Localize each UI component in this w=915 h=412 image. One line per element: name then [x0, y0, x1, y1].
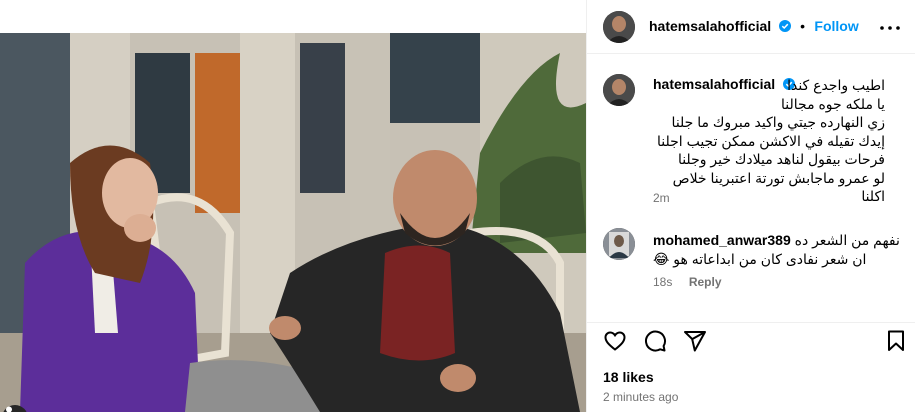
comment-body: mohamed_anwar389 نفهم من الشعر ده ان شعر… — [653, 231, 900, 269]
comment-timestamp[interactable]: 18s — [653, 275, 672, 289]
caption-line: اطيب واجدع كندا — [787, 77, 885, 93]
post-header: hatemsalahofficial • Follow — [587, 0, 915, 54]
comment-line-1: mohamed_anwar389 نفهم من الشعر ده — [653, 231, 900, 250]
action-bar — [587, 322, 915, 362]
caption-avatar[interactable] — [603, 74, 635, 106]
author-username[interactable]: hatemsalahofficial — [649, 18, 771, 34]
commenter-username[interactable]: mohamed_anwar389 — [653, 232, 791, 248]
caption-line: إيدك تقيله في الاكشن ممكن تجيب اجلنا — [657, 132, 885, 149]
post-media[interactable] — [0, 33, 586, 412]
instagram-post-view: hatemsalahofficial • Follow hatemsalahof… — [0, 0, 915, 412]
comment-text-2: ان شعر نفادى كان من ابداعاته هو 😂 — [653, 251, 867, 267]
caption-text: اطيب واجدع كندا يا ملكه جوه مجالنا زي ال… — [653, 76, 885, 206]
bookmark-icon[interactable] — [884, 329, 908, 353]
author-avatar[interactable] — [603, 11, 635, 43]
verified-badge-icon — [778, 20, 791, 32]
post-timestamp[interactable]: 2 minutes ago — [603, 390, 678, 404]
reply-button[interactable]: Reply — [689, 275, 722, 289]
comment-text-1: نفهم من الشعر ده — [794, 232, 900, 248]
more-horizontal-icon[interactable] — [880, 18, 900, 38]
caption-line: لو عمرو ماجابش تورتة اعتبرينا خلاص اكلنا — [672, 169, 885, 205]
share-icon[interactable] — [683, 329, 707, 353]
separator-dot: • — [800, 18, 805, 34]
caption-line: يا ملكه جوه مجالنا — [781, 95, 885, 112]
post-photo — [0, 33, 586, 412]
header-user-row: hatemsalahofficial • Follow — [649, 18, 859, 36]
follow-button[interactable]: Follow — [814, 18, 858, 34]
caption-line: فرحات بيقول لناهد ميلادك خير وجلنا — [677, 151, 885, 167]
comment-meta: 18s Reply — [653, 273, 722, 291]
caption-line: زي النهارده جيتي واكيد مبروك ما جلنا — [671, 114, 885, 130]
commenter-avatar[interactable] — [603, 228, 635, 260]
post-sidebar: hatemsalahofficial • Follow hatemsalahof… — [586, 0, 915, 412]
heart-icon[interactable] — [603, 329, 627, 353]
comment-icon[interactable] — [643, 329, 667, 353]
likes-count[interactable]: 18 likes — [603, 369, 654, 385]
caption-timestamp[interactable]: 2m — [653, 191, 670, 205]
